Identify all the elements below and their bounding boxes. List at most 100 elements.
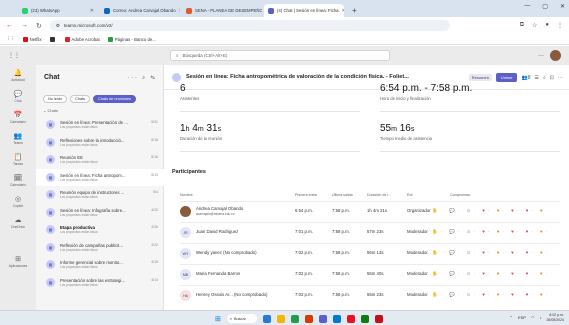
search-placeholder: Búsqueda (Ctrl+Alt+E) [182, 53, 228, 58]
close-icon[interactable]: ✕ [179, 8, 180, 14]
browser-tab[interactable]: Correo: Andrea Carvajal Obando✕ [100, 4, 180, 17]
browser-tab[interactable]: (23) WhatsApp ✕ [18, 4, 98, 17]
rail-item-calendar[interactable]: 📅 Calendario [0, 107, 36, 128]
duration: 1h 4m 21s [367, 208, 388, 213]
language-indicator[interactable]: ESP [518, 315, 526, 320]
taskbar-app-icon[interactable] [374, 314, 383, 323]
url-field[interactable]: ⚙ teams.microsoft.com/v2/ [49, 20, 450, 31]
wifi-icon[interactable]: ◠ [531, 315, 535, 320]
avatar[interactable] [550, 50, 561, 61]
rail-item-teams[interactable]: 👥 Teams [0, 128, 36, 149]
table-row[interactable]: HA Henrey Ossois Ar... (No comprobado) 7:0… [180, 285, 560, 305]
bookmark-item[interactable] [49, 36, 57, 42]
rail-item-calendar-grid[interactable]: 🗓 Calendario [0, 170, 36, 191]
time-range-stat: 6:54 p.m. - 7:58 p.m. Hora de inicio y f… [380, 83, 472, 101]
column-header[interactable]: Nombre [180, 193, 193, 197]
star-icon[interactable]: ☆ [532, 22, 537, 29]
taskbar-app-icon[interactable] [346, 314, 355, 323]
start-icon[interactable]: ⊞ [215, 315, 221, 323]
close-window-icon[interactable]: ✕ [560, 3, 565, 10]
taskbar-app-icon[interactable] [290, 314, 299, 323]
list-item[interactable]: ▦ Sesión en línea: Ficha antropom... Los p… [36, 168, 164, 186]
tab-favicon-icon [268, 7, 274, 14]
filter-1[interactable]: Chats [70, 95, 91, 103]
list-item[interactable]: ▦ Sesión en línea: Infografía sobre... Los… [36, 204, 164, 222]
close-icon[interactable]: ✕ [342, 8, 344, 14]
chat-preview: Los propósitos están listos [60, 265, 98, 270]
chats-section-label[interactable]: ⌄ Chats [43, 108, 58, 113]
more-options-icon[interactable]: ··· [538, 53, 544, 59]
more-icon[interactable]: ··· [128, 75, 139, 81]
new-tab-button[interactable]: + [346, 4, 363, 17]
rail-item-assignments[interactable]: 📋 Tareas [0, 149, 36, 170]
rail-item-onedrive[interactable]: ☁ OneDrive [0, 212, 36, 233]
list-item[interactable]: ▦ Etapa productiva Los propósitos están li… [36, 221, 164, 239]
table-row[interactable]: Andrea Carvajal Obando acarvajalo@misena.… [180, 201, 560, 221]
list-item[interactable]: ▦ Reunión equipo de instructores ... Los p… [36, 186, 164, 204]
extensions-icon[interactable]: ⧉ [520, 22, 524, 29]
taskbar-search[interactable]: ⌕ Buscar [226, 314, 257, 323]
new-chat-icon[interactable]: ✎ [150, 75, 157, 81]
teams-header: ⋮⋮ ⌕ Búsqueda (Ctrl+Alt+E) ··· [0, 46, 569, 65]
last-leave: 7:58 p.m. [332, 229, 350, 234]
apps-grid-icon[interactable]: ⋮⋮ [6, 36, 15, 42]
rail-item-activity[interactable]: 🔔 Actividad [0, 65, 36, 86]
rail-item-apps[interactable]: ⊞ Aplicaciones [0, 251, 36, 272]
taskbar-app-icon[interactable] [304, 314, 313, 323]
list-item[interactable]: ▦ Reflexiones sobre la introducció... Los … [36, 134, 164, 152]
taskbar-app-icon[interactable] [360, 314, 369, 323]
browser-tab[interactable]: (4) Chat | Sesión en línea: Ficha ✕ [264, 4, 344, 17]
taskbar-app-icon[interactable] [276, 314, 285, 323]
close-icon[interactable]: ✕ [90, 8, 94, 14]
popout-icon[interactable]: ⊡ [550, 75, 554, 81]
join-button[interactable]: Unirse [495, 73, 518, 82]
site-info-icon[interactable]: ⚙ [56, 23, 60, 29]
taskbar-app-icon[interactable] [318, 314, 327, 323]
more-actions-icon[interactable]: ··· [558, 75, 563, 81]
browser-tab[interactable]: SENA - PLANEA DE DESEMPEÑO ✕ [182, 4, 262, 17]
teams-grid-icon[interactable]: ⋮⋮ [8, 52, 20, 59]
column-header[interactable]: Duración de l... [367, 193, 391, 197]
filter-2[interactable]: Chats de reuniones [93, 95, 137, 103]
list-item[interactable]: ▦ Reunión EE Los propósitos están listos 5/… [36, 151, 164, 169]
taskbar-app-icon[interactable] [332, 314, 341, 323]
menu-icon[interactable]: ⋮ [557, 22, 563, 29]
minimize-icon[interactable]: — [524, 3, 530, 10]
bookmark-item[interactable]: Netflix [22, 36, 42, 42]
column-header[interactable]: Última salida [332, 193, 353, 197]
profile-icon[interactable]: ● [545, 22, 549, 29]
reload-icon[interactable]: ↻ [36, 22, 42, 30]
calendar-icon: ▦ [46, 242, 55, 252]
participants-table-header: Nombre Primera entra Última salida Duración… [180, 193, 560, 199]
tab-label: Correo: Andrea Carvajal Obando [113, 8, 176, 13]
column-header[interactable]: Primera entra [295, 193, 317, 197]
list-item[interactable]: ▦ Presentación sobre las estrategi... Los … [36, 274, 164, 292]
back-icon[interactable]: ← [6, 22, 13, 29]
clock[interactable]: 8:02 p.m. 26/05/2024 [546, 313, 564, 322]
chevron-up-icon[interactable]: ⌃ [510, 315, 513, 320]
column-header[interactable]: Rol [407, 193, 412, 197]
table-row[interactable]: JR Juan David Rodriguez 7:01 p.m. 7:58 p.m.… [180, 222, 560, 242]
rail-item-chat[interactable]: 💬 Chat [0, 86, 36, 107]
participants-icon[interactable]: 👥8 [521, 75, 530, 81]
filter-0[interactable]: No leído [43, 95, 68, 103]
list-item[interactable]: ▦ Reflexión de campañas publicit... Los pr… [36, 239, 164, 257]
bookmark-item[interactable]: Adobe Acrobat [64, 36, 100, 42]
search-chat-icon[interactable]: ⌕ [543, 75, 546, 81]
maximize-icon[interactable]: ▢ [542, 3, 548, 10]
taskbar-app-icon[interactable] [262, 314, 271, 323]
volume-icon[interactable]: ♪ [539, 315, 541, 320]
forward-icon[interactable]: → [21, 22, 28, 29]
search-input[interactable]: ⌕ Búsqueda (Ctrl+Alt+E) [170, 50, 390, 61]
table-row[interactable]: MB Maria Fernanda Barros 7:02 p.m. 7:58 p.m… [180, 264, 560, 284]
filter-icon[interactable]: ⌕ [142, 75, 147, 81]
avg-attendance-value: 55m 16s [380, 123, 415, 134]
list-item[interactable]: ▦ Sesión en línea: Presentación de ... Los… [36, 116, 164, 134]
list-item[interactable]: ▦ Informe gerencial sobre monito... Los pr… [36, 256, 164, 274]
rail-item-copilot[interactable]: ◎ Copilot [0, 191, 36, 212]
list-icon[interactable]: ☰ [535, 75, 539, 81]
bookmark-item[interactable]: Páginas - Banco de... [107, 36, 156, 42]
summary-button[interactable]: Resumen [468, 74, 492, 81]
column-header[interactable]: Compromiso [450, 193, 470, 197]
table-row[interactable]: WY Wendy yanez (No comprobado) 7:02 p.m. 7:… [180, 243, 560, 263]
